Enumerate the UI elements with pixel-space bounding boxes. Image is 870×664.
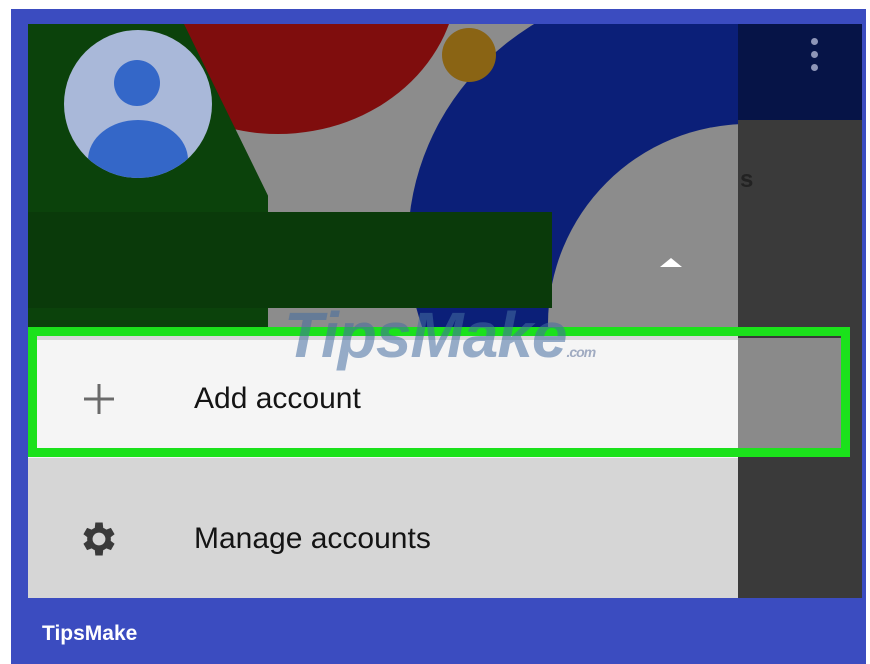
background-app-partial-text: s [740,166,754,193]
account-avatar-icon[interactable] [64,30,212,178]
background-app-toolbar [738,24,862,120]
footer-brand: TipsMake [42,622,138,645]
drawer-header [28,24,738,336]
manage-accounts-button[interactable]: Manage accounts [28,480,738,598]
overflow-menu-icon[interactable] [808,38,820,78]
navigation-drawer: Add account Manage accounts [28,24,738,598]
gear-icon [34,517,164,561]
background-app-row [738,338,848,454]
header-art-green-bar [28,212,552,308]
caret-up-icon[interactable] [660,258,682,267]
header-art-yellow [442,28,496,82]
manage-accounts-label: Manage accounts [194,522,431,555]
add-account-button[interactable]: Add account [28,340,738,458]
phone-screen: s Add account Manage accounts [28,24,862,598]
plus-icon [34,381,164,417]
add-account-label: Add account [194,382,361,415]
